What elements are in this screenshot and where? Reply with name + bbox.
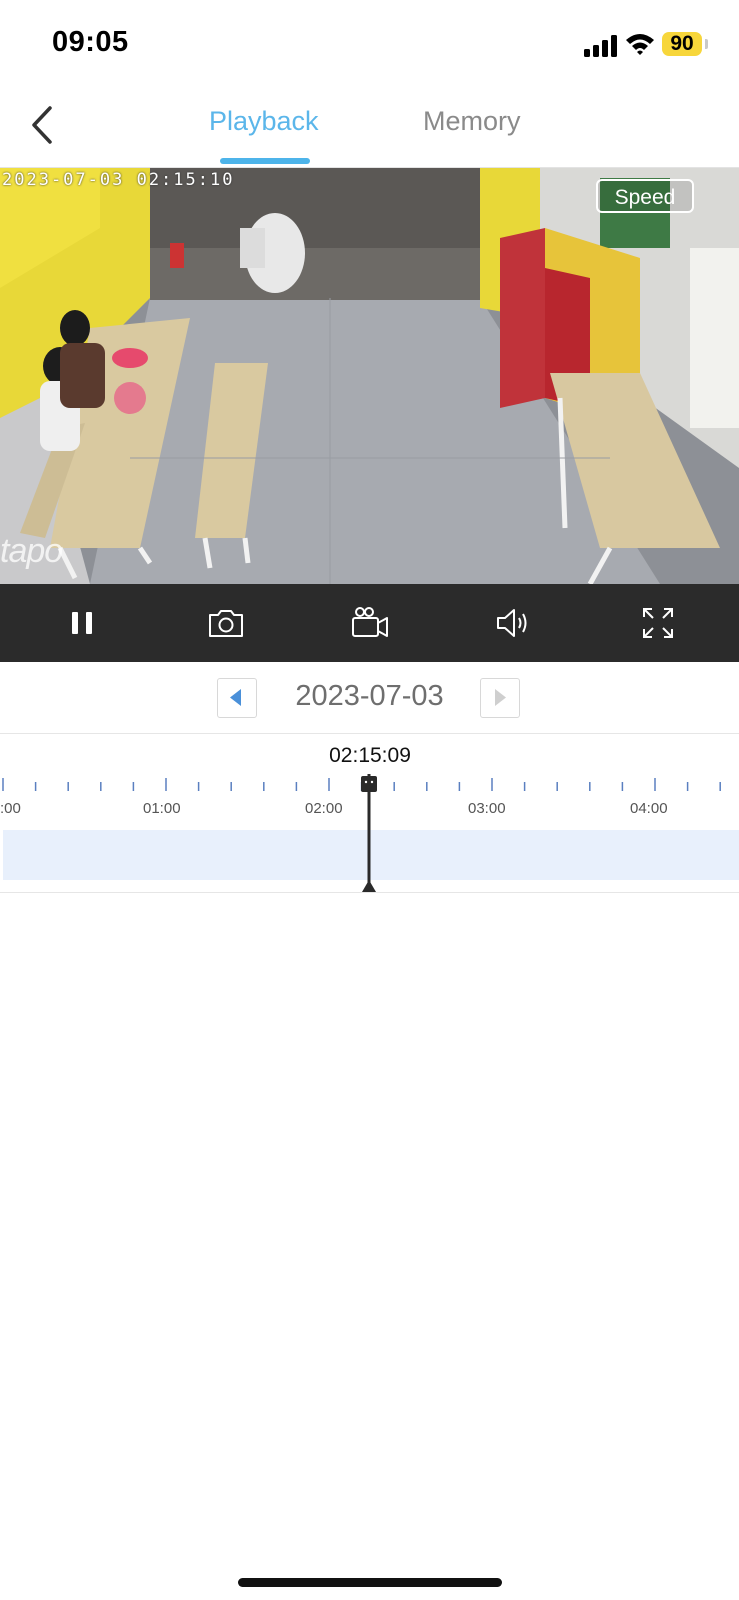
playhead-handle — [361, 776, 377, 792]
battery-cap — [705, 39, 708, 49]
video-frame-image — [0, 168, 739, 584]
playhead-time: 02:15:09 — [329, 744, 411, 767]
tick-label: 04:00 — [630, 800, 668, 817]
video-player[interactable]: 2023-07-03 02:15:10 Speed tapo — [0, 168, 739, 584]
speaker-icon[interactable] — [494, 603, 534, 643]
playhead-bottom-arrow — [362, 880, 376, 892]
playback-controls — [0, 584, 739, 662]
previous-day-button[interactable] — [217, 678, 257, 718]
wifi-icon — [626, 34, 654, 55]
speed-button[interactable]: Speed — [596, 179, 694, 213]
battery-level: 90 — [662, 32, 702, 56]
camera-icon[interactable] — [206, 603, 246, 643]
video-timestamp: 2023-07-03 02:15:10 — [2, 170, 235, 190]
status-bar: 09:05 90 — [0, 0, 739, 88]
tick-label: 02:00 — [305, 800, 343, 817]
back-arrow-icon[interactable] — [26, 102, 60, 148]
tick-label: :00 — [0, 800, 21, 817]
camera-watermark: tapo — [0, 532, 63, 570]
pause-icon[interactable] — [62, 603, 102, 643]
date-navigator: 2023-07-03 — [0, 662, 739, 734]
home-indicator — [238, 1578, 502, 1587]
status-time: 09:05 — [52, 26, 129, 58]
tab-memory[interactable]: Memory — [423, 106, 521, 137]
recording-band — [3, 830, 739, 880]
current-date: 2023-07-03 — [295, 680, 444, 712]
playback-timeline[interactable]: 02:15:09 :00 01:00 02:00 03:00 04:00 — [0, 734, 739, 894]
tab-playback[interactable]: Playback — [209, 106, 319, 137]
top-navigation: Playback Memory — [0, 88, 739, 168]
chevron-right-icon — [495, 689, 506, 706]
tick-label: 01:00 — [143, 800, 181, 817]
cellular-signal-icon — [584, 35, 617, 57]
next-day-button[interactable] — [480, 678, 520, 718]
active-tab-indicator — [220, 158, 310, 164]
record-icon[interactable] — [350, 603, 390, 643]
chevron-left-icon — [230, 689, 241, 706]
fullscreen-icon[interactable] — [638, 603, 678, 643]
tick-label: 03:00 — [468, 800, 506, 817]
timeline-bottom-divider — [0, 892, 739, 893]
